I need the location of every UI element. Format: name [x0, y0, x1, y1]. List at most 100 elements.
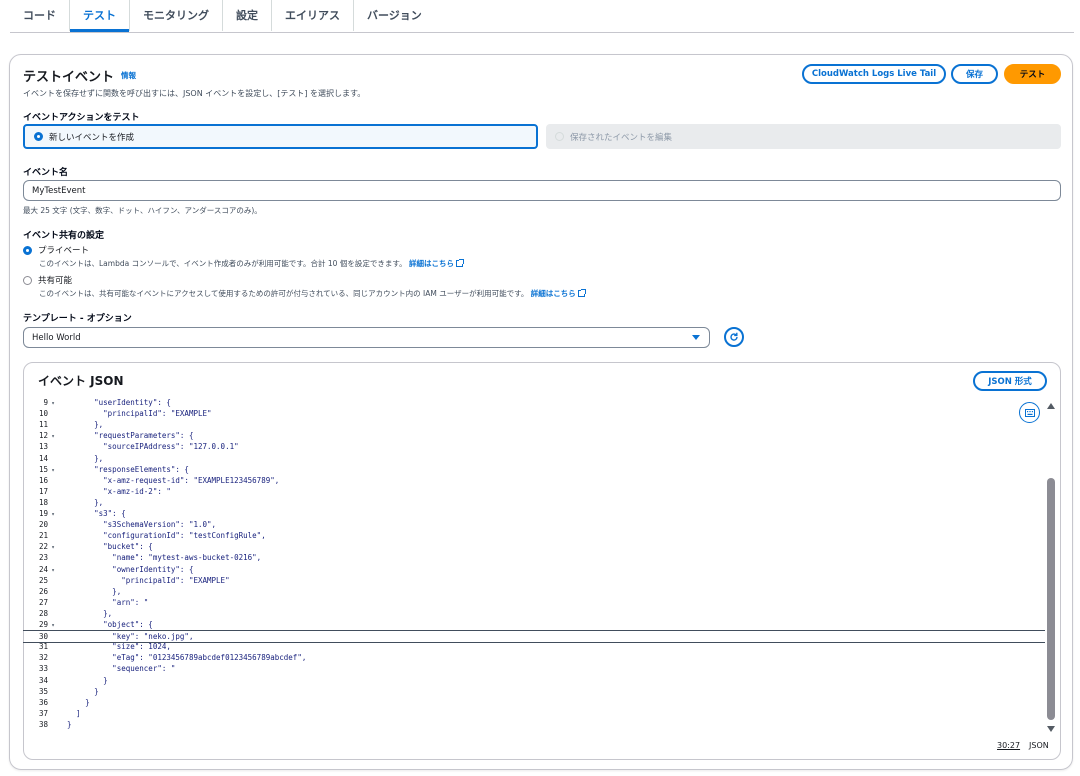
code-line[interactable]: 23 "name": "mytest-aws-bucket-0216", — [23, 552, 1045, 563]
save-button[interactable]: 保存 — [951, 64, 998, 84]
tab-settings[interactable]: 設定 — [223, 0, 272, 31]
code-text: }, — [58, 608, 113, 618]
tab-bar: コード テスト モニタリング 設定 エイリアス バージョン — [10, 0, 1074, 33]
shareable-description: このイベントは、共有可能なイベントにアクセスして使用するための許可が付与されてい… — [39, 288, 586, 299]
code-line[interactable]: 26 }, — [23, 586, 1045, 597]
code-line[interactable]: 18 }, — [23, 497, 1045, 508]
line-number: 28 — [38, 608, 48, 618]
code-line[interactable]: 36 } — [23, 697, 1045, 708]
line-number: 31 — [38, 642, 48, 652]
learn-more-link[interactable]: 詳細はこちら — [531, 289, 576, 298]
event-action-label: イベントアクションをテスト — [23, 113, 140, 123]
learn-more-link[interactable]: 詳細はこちら — [409, 259, 454, 268]
line-number: 34 — [38, 675, 48, 685]
tab-monitoring[interactable]: モニタリング — [130, 0, 223, 31]
code-text: "ownerIdentity": { — [58, 564, 194, 574]
create-new-event-label: 新しいイベントを作成 — [49, 132, 135, 143]
line-number: 19 — [38, 509, 48, 518]
code-line[interactable]: 33 "sequencer": " — [23, 663, 1045, 674]
code-text: "arn": " — [58, 597, 149, 607]
code-text: "sourceIPAddress": "127.0.0.1" — [58, 442, 239, 452]
code-text: "size": 1024, — [58, 642, 171, 652]
tab-aliases[interactable]: エイリアス — [272, 0, 354, 31]
line-number: 18 — [38, 497, 48, 507]
code-text: ] — [58, 708, 81, 718]
sharing-label: イベント共有の設定 — [23, 231, 105, 241]
shareable-label: 共有可能 — [38, 276, 73, 286]
edit-saved-event-option: 保存されたイベントを編集 — [546, 124, 1061, 149]
scroll-up-icon[interactable] — [1047, 403, 1055, 409]
code-line[interactable]: 16 "x-amz-request-id": "EXAMPLE123456789… — [23, 475, 1045, 486]
line-number: 37 — [38, 708, 48, 718]
shareable-option[interactable]: 共有可能 — [23, 274, 72, 286]
line-number: 22 — [38, 542, 48, 552]
code-text: }, — [58, 453, 104, 463]
code-line[interactable]: 10 "principalId": "EXAMPLE" — [23, 408, 1045, 419]
radio-selected-icon — [23, 245, 32, 255]
code-line[interactable]: 24 ▾ "ownerIdentity": { — [23, 564, 1045, 575]
code-line[interactable]: 21 "configurationId": "testConfigRule", — [23, 530, 1045, 541]
code-text: } — [58, 675, 108, 685]
code-editor-content[interactable]: 9 ▾ "userIdentity": {10 "principalId": "E… — [23, 397, 1045, 737]
tab-test[interactable]: テスト — [70, 0, 130, 32]
external-link-icon — [455, 259, 464, 267]
code-line[interactable]: 14 }, — [23, 453, 1045, 464]
line-number: 9 — [43, 398, 48, 407]
refresh-button[interactable] — [724, 327, 744, 347]
code-line[interactable]: 32 "eTag": "0123456789abcdef0123456789ab… — [23, 652, 1045, 663]
line-number: 15 — [38, 464, 48, 474]
code-line[interactable]: 15 ▾ "responseElements": { — [23, 464, 1045, 475]
code-line[interactable]: 37 ] — [23, 708, 1045, 719]
code-text: "bucket": { — [58, 542, 153, 552]
code-line[interactable]: 35 } — [23, 686, 1045, 697]
scrollbar-thumb[interactable] — [1047, 478, 1055, 720]
template-select[interactable]: Hello World — [23, 327, 710, 348]
line-number: 35 — [38, 686, 48, 696]
code-text: "name": "mytest-aws-bucket-0216", — [58, 553, 262, 563]
template-label: テンプレート - オプション — [23, 314, 132, 324]
format-json-button[interactable]: JSON 形式 — [973, 371, 1047, 391]
code-line[interactable]: 17 "x-amz-id-2": " — [23, 486, 1045, 497]
private-option[interactable]: プライベート — [23, 244, 89, 256]
line-number: 11 — [38, 420, 48, 430]
cursor-position[interactable]: 30:27 — [997, 741, 1020, 750]
radio-unselected-icon — [23, 275, 32, 285]
event-name-value: MyTestEvent — [32, 185, 86, 196]
line-number: 13 — [38, 442, 48, 452]
code-line[interactable]: 29 ▾ "object": { — [23, 619, 1045, 630]
shareable-desc-text: このイベントは、共有可能なイベントにアクセスして使用するための許可が付与されてい… — [39, 289, 529, 298]
code-line[interactable]: 12 ▾ "requestParameters": { — [23, 430, 1045, 441]
private-description: このイベントは、Lambda コンソールで、イベント作成者のみが利用可能です。合… — [39, 258, 464, 269]
code-line[interactable]: 9 ▾ "userIdentity": { — [23, 397, 1045, 408]
code-text: "responseElements": { — [58, 464, 189, 474]
tab-code[interactable]: コード — [10, 0, 70, 31]
code-text: } — [58, 686, 99, 696]
code-line[interactable]: 22 ▾ "bucket": { — [23, 541, 1045, 552]
code-line[interactable]: 38 } — [23, 719, 1045, 730]
editor-title: イベント JSON — [38, 374, 124, 388]
code-line[interactable]: 25 "principalId": "EXAMPLE" — [23, 575, 1045, 586]
code-line[interactable]: 28 }, — [23, 608, 1045, 619]
line-number: 20 — [38, 520, 48, 530]
event-name-input[interactable]: MyTestEvent — [23, 180, 1061, 201]
code-line[interactable]: 19 ▾ "s3": { — [23, 508, 1045, 519]
code-line[interactable]: 34 } — [23, 675, 1045, 686]
line-number: 29 — [38, 620, 48, 629]
code-text: } — [58, 697, 90, 707]
info-link[interactable]: 情報 — [121, 70, 136, 81]
code-line[interactable]: 13 "sourceIPAddress": "127.0.0.1" — [23, 441, 1045, 452]
code-text: "requestParameters": { — [58, 431, 194, 441]
create-new-event-option[interactable]: 新しいイベントを作成 — [23, 124, 538, 149]
code-text: "s3": { — [58, 509, 126, 518]
code-line[interactable]: 20 "s3SchemaVersion": "1.0", — [23, 519, 1045, 530]
code-line[interactable]: 31 "size": 1024, — [23, 641, 1045, 652]
line-number: 10 — [38, 409, 48, 419]
live-tail-button[interactable]: CloudWatch Logs Live Tail — [802, 64, 946, 84]
code-text: } — [58, 719, 72, 729]
code-line[interactable]: 27 "arn": " — [23, 597, 1045, 608]
scroll-down-icon[interactable] — [1047, 726, 1055, 732]
tab-versions[interactable]: バージョン — [354, 0, 435, 31]
event-name-label: イベント名 — [23, 168, 69, 178]
test-button[interactable]: テスト — [1004, 64, 1061, 84]
code-line[interactable]: 11 }, — [23, 419, 1045, 430]
